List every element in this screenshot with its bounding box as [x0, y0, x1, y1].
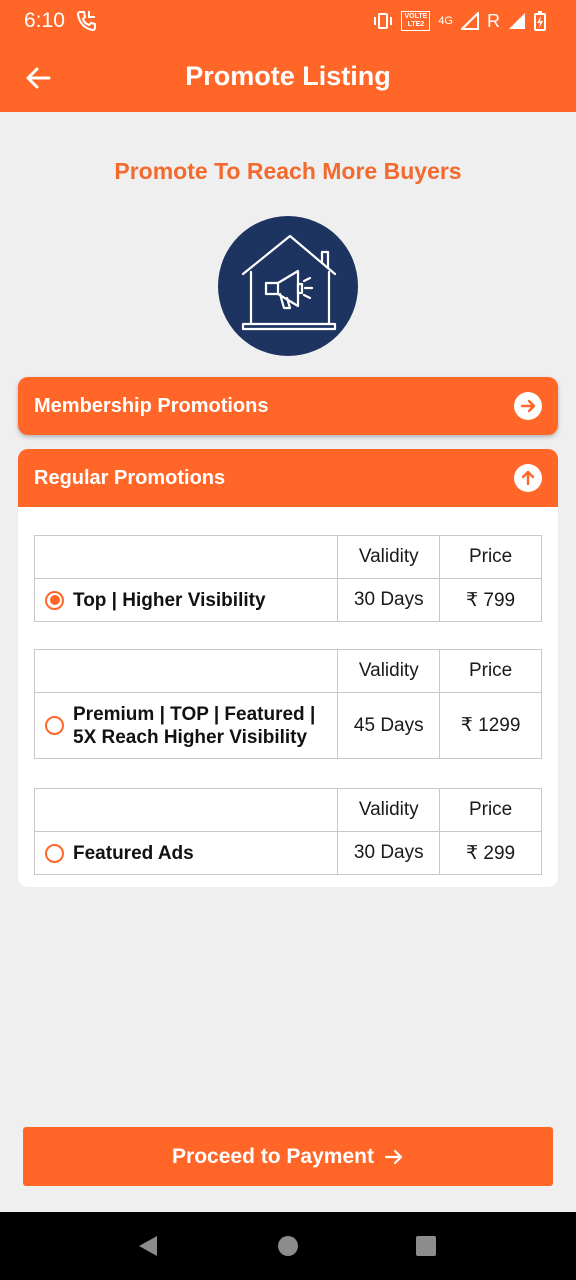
hero-illustration: [218, 216, 358, 356]
validity-header: Validity: [337, 649, 441, 693]
membership-promotions-label: Membership Promotions: [34, 394, 269, 417]
price-header: Price: [439, 535, 542, 579]
regular-promotions-card: Validity Price Top | Higher Visibility 3…: [18, 507, 558, 887]
membership-promotions-header[interactable]: Membership Promotions: [18, 377, 558, 435]
status-bar: 6:10 VOLTE LTE2 4G R: [0, 0, 576, 44]
signal-icon: [461, 12, 479, 30]
system-nav-bar: [0, 1212, 576, 1280]
app-bar: Promote Listing: [0, 44, 576, 112]
plan-price: ₹ 299: [439, 831, 542, 875]
plan-row[interactable]: Premium | TOP | Featured | 5X Reach High…: [33, 692, 542, 759]
plan-validity: 30 Days: [337, 831, 441, 875]
plan-header-empty: [33, 535, 339, 579]
plan-row[interactable]: Featured Ads 30 Days ₹ 299: [33, 831, 542, 875]
proceed-to-payment-button[interactable]: Proceed to Payment: [23, 1127, 553, 1186]
page-title: Promote Listing: [185, 61, 391, 91]
arrow-right-circle-icon: [514, 392, 542, 420]
nav-back-icon[interactable]: [136, 1234, 160, 1258]
plan-header-empty: [33, 788, 339, 832]
plan-name: Featured Ads: [73, 842, 194, 864]
plan-price: ₹ 1299: [439, 692, 542, 759]
regular-promotions-label: Regular Promotions: [34, 466, 226, 489]
proceed-label: Proceed to Payment: [172, 1144, 374, 1168]
roaming-indicator: R: [487, 10, 500, 31]
call-icon: [76, 11, 96, 31]
vibrate-icon: [374, 13, 393, 29]
signal-icon-2: [509, 13, 525, 29]
plan-name: Top | Higher Visibility: [73, 589, 266, 611]
plan-header-empty: [33, 649, 339, 693]
plan-name: Premium | TOP | Featured | 5X Reach High…: [73, 703, 316, 748]
validity-header: Validity: [337, 788, 441, 832]
plan-radio-selected[interactable]: [45, 590, 64, 610]
network-type: 4G: [438, 14, 453, 27]
price-header: Price: [439, 788, 542, 832]
validity-header: Validity: [337, 535, 441, 579]
arrow-right-icon: [384, 1149, 403, 1164]
plan-price: ₹ 799: [439, 578, 542, 622]
plan-validity: 45 Days: [337, 692, 441, 759]
status-icons: VOLTE LTE2 4G R: [373, 8, 546, 34]
plan-table-2: Validity Price Premium | TOP | Featured …: [33, 649, 542, 759]
status-time: 6:10: [24, 9, 65, 32]
promo-headline: Promote To Reach More Buyers: [114, 158, 462, 184]
plan-row[interactable]: Top | Higher Visibility 30 Days ₹ 799: [33, 578, 542, 622]
plan-radio[interactable]: [45, 716, 64, 735]
plan-radio[interactable]: [45, 843, 64, 863]
price-header: Price: [439, 649, 542, 693]
battery-icon: [534, 11, 546, 31]
regular-promotions-header[interactable]: Regular Promotions: [18, 449, 558, 507]
nav-home-icon[interactable]: [278, 1236, 298, 1256]
plan-table-1: Validity Price Top | Higher Visibility 3…: [33, 535, 542, 622]
plan-validity: 30 Days: [337, 578, 441, 622]
nav-recents-icon[interactable]: [416, 1236, 436, 1256]
house-megaphone-icon: [241, 234, 337, 331]
plan-table-3: Validity Price Featured Ads 30 Days ₹ 29…: [33, 788, 542, 875]
volte-badge: VOLTE LTE2: [401, 11, 431, 31]
arrow-up-circle-icon: [514, 464, 542, 492]
